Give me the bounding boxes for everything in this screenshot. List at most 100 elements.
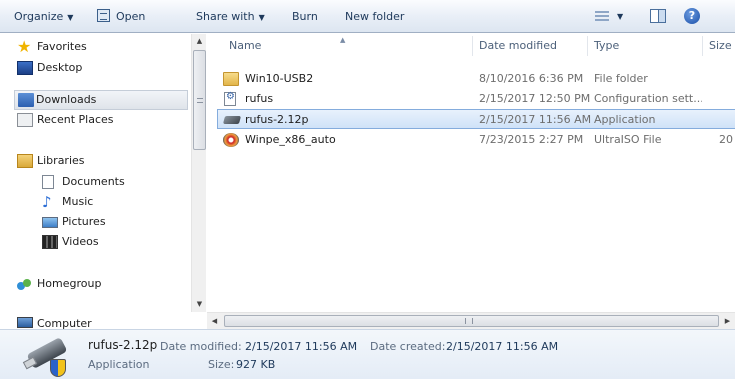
details-pane: rufus-2.12p Application Date modified: 2… [0, 329, 735, 379]
column-header-type[interactable]: Type [594, 34, 619, 58]
file-row[interactable]: Win10-USB2 8/10/2016 6:36 PM File folder [207, 69, 735, 89]
size-label: Size: [208, 358, 235, 371]
nav-label: Videos [62, 235, 99, 248]
column-label: Name [229, 39, 262, 52]
date-modified-value: 2/15/2017 11:56 AM [245, 340, 358, 353]
nav-label: Recent Places [37, 113, 114, 126]
open-button[interactable]: Open [97, 0, 145, 33]
documents-icon [42, 175, 54, 189]
file-name: Winpe_x86_auto [245, 133, 336, 146]
column-divider[interactable] [702, 36, 703, 56]
date-created-value: 2/15/2017 11:56 AM [446, 340, 559, 353]
nav-label: Homegroup [37, 277, 102, 290]
file-date-modified: 8/10/2016 6:36 PM [479, 72, 584, 85]
chevron-down-icon: ▼ [67, 13, 74, 22]
share-with-button[interactable]: Share with ▼ [196, 0, 265, 33]
file-list: Name ▲ Date modified Type Size Win10-USB… [207, 34, 735, 312]
column-label: Size [709, 39, 732, 52]
iso-file-icon [223, 133, 239, 147]
command-bar: Organize ▼ Open Share with ▼ Burn New fold… [0, 0, 735, 33]
open-label: Open [116, 10, 146, 23]
nav-downloads[interactable]: Downloads [14, 90, 188, 110]
date-modified-label: Date modified: [160, 340, 242, 353]
nav-libraries[interactable]: Libraries [17, 151, 85, 171]
column-header-size[interactable]: Size [709, 34, 732, 58]
column-header-date-modified[interactable]: Date modified [479, 34, 557, 58]
file-row[interactable]: Winpe_x86_auto 7/23/2015 2:27 PM UltraIS… [207, 130, 735, 150]
change-view-icon[interactable] [595, 11, 609, 21]
size-value: 927 KB [236, 358, 276, 371]
file-name: rufus [245, 92, 274, 105]
column-divider[interactable] [587, 36, 588, 56]
nav-favorites[interactable]: ★ Favorites [17, 37, 87, 57]
scrollbar-thumb[interactable] [224, 315, 719, 327]
column-label: Type [594, 39, 620, 52]
nav-label: Music [62, 195, 94, 208]
details-file-name: rufus-2.12p [88, 338, 158, 352]
computer-icon [17, 317, 33, 328]
burn-button[interactable]: Burn [292, 0, 318, 33]
preview-pane-icon[interactable] [650, 9, 666, 23]
libraries-icon [17, 154, 33, 168]
nav-videos[interactable]: Videos [42, 232, 99, 252]
folder-icon [223, 72, 239, 86]
file-name: Win10-USB2 [245, 72, 314, 85]
navigation-scrollbar[interactable]: ▲ ▼ [191, 34, 206, 312]
file-row[interactable]: rufus 2/15/2017 12:50 PM Configuration s… [207, 89, 735, 109]
scroll-up-icon[interactable]: ▲ [192, 34, 207, 49]
scroll-right-icon[interactable]: ▶ [720, 313, 735, 329]
nav-documents[interactable]: Documents [42, 172, 125, 192]
column-divider[interactable] [472, 36, 473, 56]
nav-homegroup[interactable]: Homegroup [17, 274, 102, 294]
burn-label: Burn [292, 10, 318, 23]
open-icon [97, 9, 110, 22]
file-type: Configuration sett... [594, 92, 702, 105]
view-options-chevron-icon[interactable]: ▼ [617, 12, 623, 21]
nav-recent-places[interactable]: Recent Places [17, 110, 114, 130]
music-icon: ♪ [42, 193, 52, 211]
grip-icon [465, 318, 473, 324]
share-with-label: Share with [196, 10, 255, 23]
organize-label: Organize [14, 10, 64, 23]
videos-icon [42, 235, 58, 249]
details-file-type: Application [88, 358, 150, 371]
nav-label: Documents [62, 175, 125, 188]
nav-label: Desktop [37, 61, 83, 74]
help-icon[interactable]: ? [684, 8, 700, 24]
uac-shield-icon [50, 359, 66, 377]
file-size: 20 [719, 133, 733, 146]
scrollbar-thumb[interactable] [193, 50, 206, 150]
nav-label: Downloads [36, 93, 97, 106]
file-type: File folder [594, 72, 648, 85]
pictures-icon [42, 217, 58, 228]
star-icon: ★ [17, 37, 32, 56]
nav-label: Libraries [37, 154, 85, 167]
nav-music[interactable]: ♪ Music [42, 192, 94, 212]
file-name: rufus-2.12p [245, 113, 309, 126]
sort-ascending-icon: ▲ [340, 36, 346, 44]
new-folder-button[interactable]: New folder [345, 0, 404, 33]
downloads-icon [18, 93, 34, 107]
file-list-scrollbar[interactable]: ◀ ▶ [207, 312, 735, 329]
file-row-selected[interactable]: rufus-2.12p 2/15/2017 11:56 AM Applicati… [217, 109, 735, 129]
column-header-name[interactable]: Name [229, 34, 261, 58]
file-date-modified: 2/15/2017 12:50 PM [479, 92, 591, 105]
homegroup-icon [17, 277, 33, 291]
scroll-down-icon[interactable]: ▼ [192, 297, 207, 312]
organize-button[interactable]: Organize ▼ [14, 0, 73, 33]
grip-icon [197, 98, 203, 103]
nav-desktop[interactable]: Desktop [17, 58, 83, 78]
nav-label: Favorites [37, 40, 87, 53]
file-type: Application [594, 113, 656, 126]
nav-pictures[interactable]: Pictures [42, 212, 106, 232]
desktop-icon [17, 61, 33, 75]
file-date-modified: 2/15/2017 11:56 AM [479, 113, 592, 126]
nav-label: Pictures [62, 215, 106, 228]
file-type: UltraISO File [594, 133, 662, 146]
scroll-left-icon[interactable]: ◀ [207, 313, 222, 329]
new-folder-label: New folder [345, 10, 405, 23]
chevron-down-icon: ▼ [258, 13, 265, 22]
recent-places-icon [17, 113, 33, 127]
config-file-icon [224, 91, 236, 106]
file-date-modified: 7/23/2015 2:27 PM [479, 133, 584, 146]
